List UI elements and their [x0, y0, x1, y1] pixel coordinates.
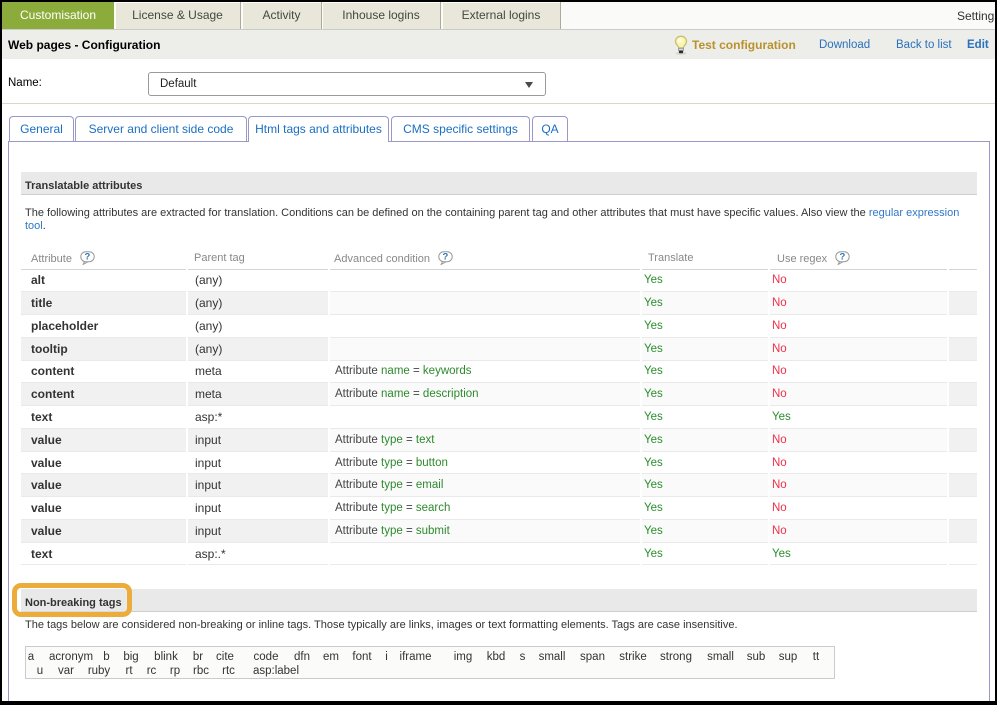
- svg-text:?: ?: [85, 252, 91, 263]
- svg-text:?: ?: [443, 252, 449, 263]
- svg-text:?: ?: [840, 252, 846, 263]
